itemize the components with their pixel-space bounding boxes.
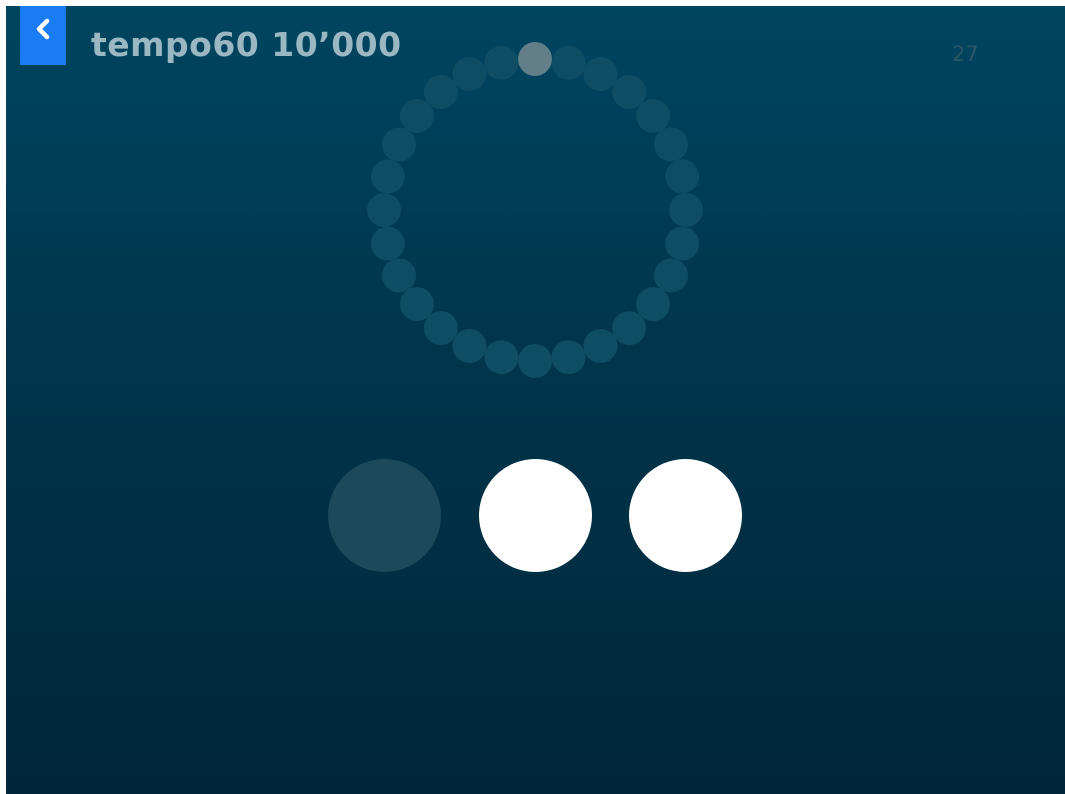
ring-dot xyxy=(551,340,586,375)
ring-dot xyxy=(370,159,405,194)
ring-dot xyxy=(654,258,688,293)
ring-dot xyxy=(551,45,586,80)
ring-dot xyxy=(665,226,700,261)
ring-dot-active xyxy=(518,42,552,76)
ring-dot xyxy=(484,45,519,80)
ring-dot xyxy=(654,127,688,162)
ring-dot xyxy=(583,329,618,363)
ring-dot xyxy=(370,226,405,261)
ring-dot xyxy=(452,57,487,91)
beat-ring xyxy=(367,42,703,378)
ring-dot xyxy=(484,340,519,375)
ring-dot xyxy=(636,98,671,133)
ring-dot xyxy=(452,329,487,363)
ring-dot xyxy=(518,344,552,378)
ring-dot xyxy=(583,57,618,91)
ring-dot xyxy=(399,98,434,133)
ring-dot xyxy=(423,311,458,346)
ring-dot xyxy=(423,74,458,109)
ring-dot xyxy=(382,127,416,162)
ring-dot xyxy=(382,258,416,293)
ring-dot xyxy=(612,311,647,346)
ring-dot xyxy=(399,287,434,322)
beat-button-right[interactable] xyxy=(629,459,742,572)
game-screen: tempo60 10’000 27 xyxy=(6,6,1065,794)
ring-dot xyxy=(367,193,401,227)
ring-dot xyxy=(665,159,700,194)
beat-button-left[interactable] xyxy=(328,459,441,572)
ring-dot xyxy=(612,74,647,109)
ring-dot xyxy=(636,287,671,322)
ring-dot xyxy=(669,193,703,227)
beat-button-center[interactable] xyxy=(479,459,592,572)
